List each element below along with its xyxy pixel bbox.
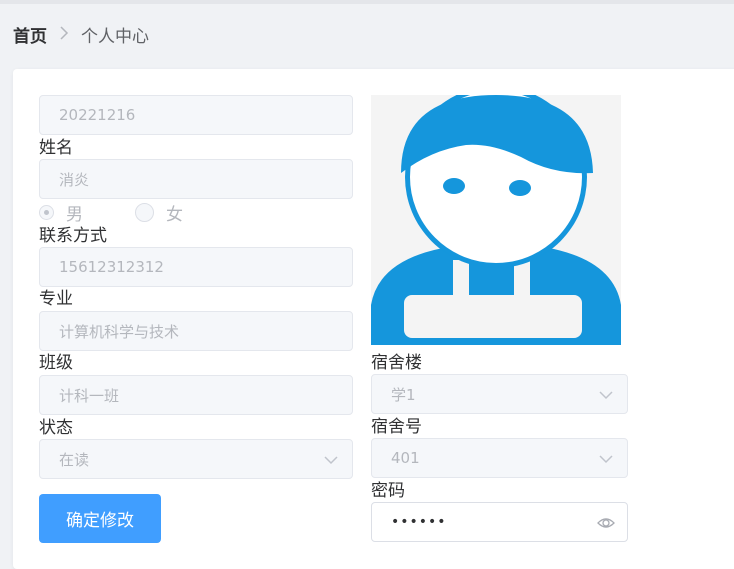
breadcrumb-current: 个人中心: [81, 26, 149, 47]
gender-radio-male[interactable]: 男: [39, 200, 83, 225]
name-field[interactable]: 消炎: [39, 159, 353, 199]
radio-unchecked-icon: [135, 202, 154, 222]
dorm-room-select[interactable]: 401: [371, 438, 628, 478]
status-select[interactable]: 在读: [39, 439, 353, 479]
status-label: 状态: [39, 418, 73, 438]
status-value: 在读: [59, 450, 90, 469]
breadcrumb: 首页 个人中心: [13, 22, 149, 47]
class-label: 班级: [39, 353, 73, 373]
avatar[interactable]: [371, 95, 621, 345]
chevron-down-icon: [324, 456, 338, 465]
chevron-right-icon: [59, 25, 69, 44]
name-label: 姓名: [39, 138, 73, 158]
eye-icon[interactable]: [597, 515, 615, 531]
class-value: 计科一班: [59, 386, 120, 405]
dorm-building-select[interactable]: 学1: [371, 374, 628, 414]
student-id-field[interactable]: 20221216: [39, 95, 353, 135]
dorm-room-value: 401: [391, 449, 420, 467]
chevron-down-icon: [599, 455, 613, 464]
gender-male-label: 男: [66, 204, 83, 225]
dorm-building-label: 宿舍楼: [371, 353, 422, 373]
gender-radio-female[interactable]: 女: [135, 200, 183, 225]
password-input[interactable]: ••••••: [371, 502, 628, 542]
dorm-room-label: 宿舍号: [371, 417, 422, 437]
contact-value: 15612312312: [59, 258, 164, 276]
class-field[interactable]: 计科一班: [39, 375, 353, 415]
gender-female-label: 女: [166, 204, 183, 225]
breadcrumb-home[interactable]: 首页: [13, 22, 47, 47]
avatar-image: [371, 95, 621, 345]
major-value: 计算机科学与技术: [59, 322, 180, 341]
contact-field[interactable]: 15612312312: [39, 247, 353, 287]
top-bar: [0, 0, 734, 4]
contact-label: 联系方式: [39, 226, 107, 246]
name-value: 消炎: [59, 170, 90, 189]
student-id-value: 20221216: [59, 106, 136, 124]
major-label: 专业: [39, 289, 73, 309]
password-value: ••••••: [391, 514, 447, 530]
gender-radio-group: 男 女: [39, 200, 183, 225]
password-label: 密码: [371, 481, 405, 501]
major-field[interactable]: 计算机科学与技术: [39, 311, 353, 351]
dorm-building-value: 学1: [391, 385, 416, 404]
radio-checked-icon: [39, 204, 54, 220]
confirm-modify-button[interactable]: 确定修改: [39, 494, 161, 543]
chevron-down-icon: [599, 391, 613, 400]
